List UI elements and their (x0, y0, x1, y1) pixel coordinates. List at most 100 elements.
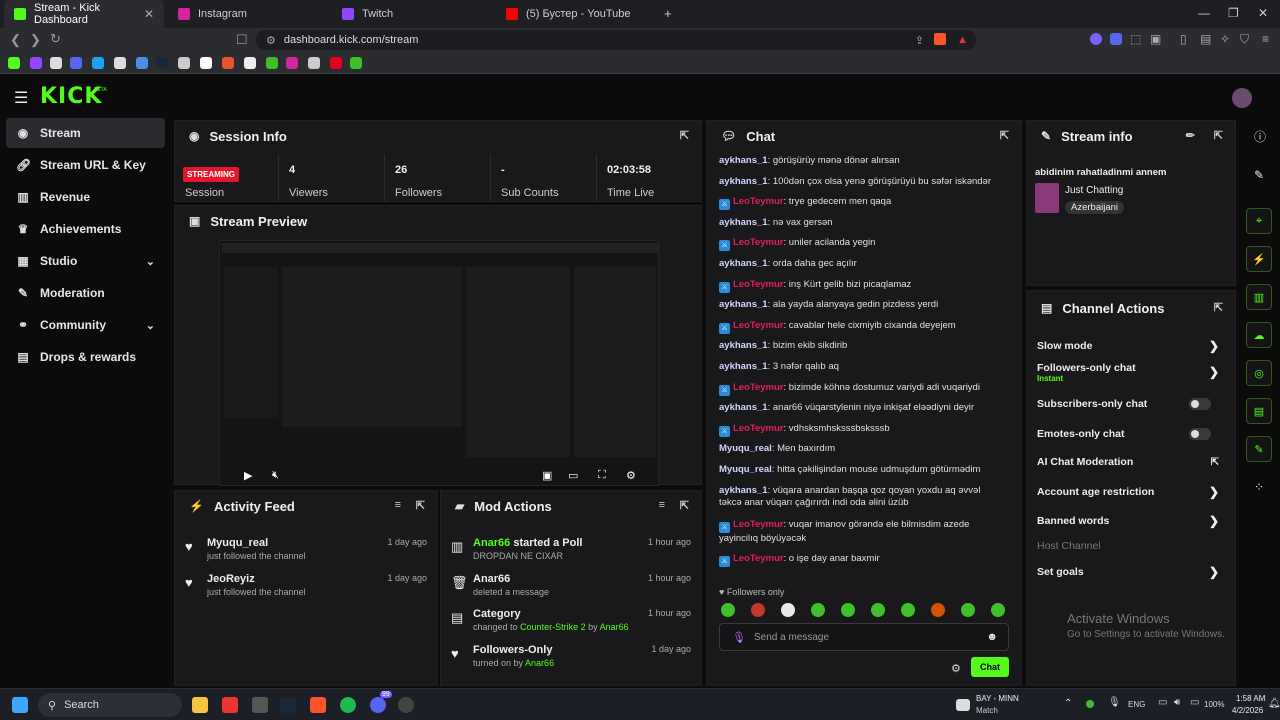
sidebar-toggle-icon[interactable]: ▯ (1180, 32, 1187, 46)
channel-action-ai-chat-moderation[interactable]: AI Chat Moderation ⇱ (1037, 451, 1225, 473)
brave-icon[interactable] (310, 697, 326, 713)
chat-username[interactable]: LeoTeymur (733, 519, 784, 530)
channel-action-emotes-only-chat[interactable]: Emotes-only chat (1037, 423, 1225, 445)
broadcast-icon[interactable]: ◎ (1246, 360, 1272, 386)
emote-icon[interactable] (751, 603, 765, 617)
language-indicator[interactable]: ENG (1128, 700, 1145, 709)
sidebar-item-community[interactable]: ⚭ Community ⌄ (6, 310, 165, 340)
chat-username[interactable]: LeoTeymur (733, 196, 784, 207)
app-icon[interactable] (398, 697, 414, 713)
emote-icon[interactable] (721, 603, 735, 617)
chat-username[interactable]: aykhans_1 (719, 340, 768, 351)
emote-icon[interactable] (781, 603, 795, 617)
chat-username[interactable]: aykhans_1 (719, 258, 768, 269)
google-bookmark-icon[interactable] (200, 57, 212, 69)
apps-icon[interactable]: ⁘ (1254, 480, 1264, 494)
puzzle-icon[interactable]: ⬚ (1130, 32, 1141, 46)
media-player-icon[interactable] (222, 697, 238, 713)
close-window-icon[interactable]: ✕ (1258, 6, 1268, 20)
send-chat-button[interactable]: Chat (971, 657, 1009, 677)
popout-icon[interactable]: ⇱ (680, 129, 689, 142)
maximize-icon[interactable]: ❐ (1228, 6, 1239, 20)
bookmark-icon[interactable] (50, 57, 62, 69)
chevron-right-icon[interactable]: ❯ (1209, 565, 1219, 579)
wallet-icon[interactable]: ▣ (1150, 32, 1161, 46)
toggle-switch[interactable] (1189, 428, 1211, 440)
clock-time[interactable]: 1:58 AM (1236, 694, 1265, 703)
channel-action-set-goals[interactable]: Set goals ❯ (1037, 561, 1225, 583)
moderator-name[interactable]: Anar66 (473, 573, 510, 585)
brave-rewards-icon[interactable]: ▲ (957, 34, 968, 46)
chat-settings-icon[interactable]: ⚙ (951, 662, 961, 675)
discord-extension-icon[interactable] (1110, 33, 1122, 45)
bookmark-icon[interactable]: ☐ (236, 32, 248, 48)
filter-icon[interactable]: ≡ (395, 499, 401, 511)
bookmark-icon[interactable] (92, 57, 104, 69)
bookmark-icon[interactable] (350, 57, 362, 69)
category-name[interactable]: Just Chatting (1065, 185, 1123, 196)
emote-icon[interactable] (871, 603, 885, 617)
filter-icon[interactable]: ≡ (659, 499, 665, 511)
tab-kick-dashboard[interactable]: Stream - Kick Dashboard ✕ (4, 0, 164, 28)
channel-action-account-age-restriction[interactable]: Account age restriction ❯ (1037, 481, 1225, 503)
chat-username[interactable]: aykhans_1 (719, 299, 768, 310)
steam-bookmark-icon[interactable] (156, 57, 168, 69)
chevron-right-icon[interactable]: ❯ (1209, 339, 1219, 353)
toggle-switch[interactable] (1189, 398, 1211, 410)
channel-action-subscribers-only-chat[interactable]: Subscribers-only chat (1037, 393, 1225, 415)
popout-icon[interactable]: ⇱ (416, 499, 425, 512)
reload-icon[interactable]: ↻ (50, 31, 61, 47)
spotify-icon[interactable] (340, 697, 356, 713)
hamburger-menu-icon[interactable]: ☰ (14, 88, 28, 108)
chat-username[interactable]: aykhans_1 (719, 361, 768, 372)
wrench-icon[interactable]: ✎ (1246, 436, 1272, 462)
vpn-icon[interactable]: ⛉ (1240, 32, 1249, 47)
sidebar-item-stream[interactable]: ◉ Stream (6, 118, 165, 148)
chat-username[interactable]: LeoTeymur (733, 553, 784, 564)
follower-name[interactable]: Myuqu_real (207, 537, 268, 549)
chevron-right-icon[interactable]: ❯ (1209, 485, 1219, 499)
sidebar-item-stream-url-key[interactable]: 🔗︎ Stream URL & Key (6, 150, 165, 180)
chat-username[interactable]: Myuqu_real (719, 443, 772, 454)
back-icon[interactable]: ❮ (10, 32, 21, 48)
moderator-name[interactable]: Anar66 (473, 537, 510, 549)
sidebar-item-achievements[interactable]: ♛ Achievements (6, 214, 165, 244)
chat-username[interactable]: LeoTeymur (733, 237, 784, 248)
tab-instagram[interactable]: Instagram (168, 0, 328, 28)
chat-message-input[interactable]: 🎙︎ Send a message ☻ (719, 623, 1009, 651)
status-dot-icon[interactable] (1086, 700, 1094, 708)
chevron-right-icon[interactable]: ❯ (1209, 514, 1219, 528)
pip-icon[interactable]: ▣ (542, 469, 552, 482)
volume-icon[interactable]: 🔊︎ (1174, 697, 1180, 708)
extension-icon[interactable] (1090, 33, 1102, 45)
clock-date[interactable]: 4/2/2026 (1232, 706, 1263, 715)
kick-bookmark-icon[interactable] (8, 57, 20, 69)
epic-games-icon[interactable] (252, 697, 268, 713)
new-tab-icon[interactable]: + (664, 6, 672, 21)
emote-icon[interactable] (841, 603, 855, 617)
chat-icon[interactable]: ☁ (1246, 322, 1272, 348)
layout-icon[interactable]: ▤ (1246, 398, 1272, 424)
mute-icon[interactable]: 🔇︎ (272, 469, 279, 482)
channel-action-followers-only-chat[interactable]: Followers-only chat Instant ❯ (1037, 361, 1225, 383)
bookmark-icon[interactable] (266, 57, 278, 69)
popout-icon[interactable]: ⇱ (680, 499, 689, 512)
share-icon[interactable]: ⇪ (915, 34, 924, 47)
microphone-icon[interactable]: 🎙︎ (1108, 697, 1121, 708)
steam-icon[interactable] (280, 697, 296, 713)
twitch-bookmark-icon[interactable] (30, 57, 42, 69)
chat-username[interactable]: LeoTeymur (733, 279, 784, 290)
close-icon[interactable]: ✕ (144, 7, 154, 21)
microphone-icon[interactable]: 🎙︎ (732, 631, 746, 644)
document-icon[interactable]: ▥ (1246, 284, 1272, 310)
x-bookmark-icon[interactable] (114, 57, 126, 69)
sports-widget-icon[interactable] (956, 699, 970, 711)
chat-username[interactable]: LeoTeymur (733, 423, 784, 434)
tab-youtube[interactable]: (5) Бустер - YouTube (496, 0, 656, 28)
bookmark-icon[interactable] (222, 57, 234, 69)
video-player[interactable]: ▶ 🔇︎ ▣ ▭ ⛶ ⚙ (219, 240, 659, 486)
leo-ai-icon[interactable]: ✧ (1220, 32, 1230, 46)
settings-icon[interactable]: ⚙ (626, 469, 636, 482)
emote-icon[interactable] (811, 603, 825, 617)
chat-username[interactable]: aykhans_1 (719, 155, 768, 166)
